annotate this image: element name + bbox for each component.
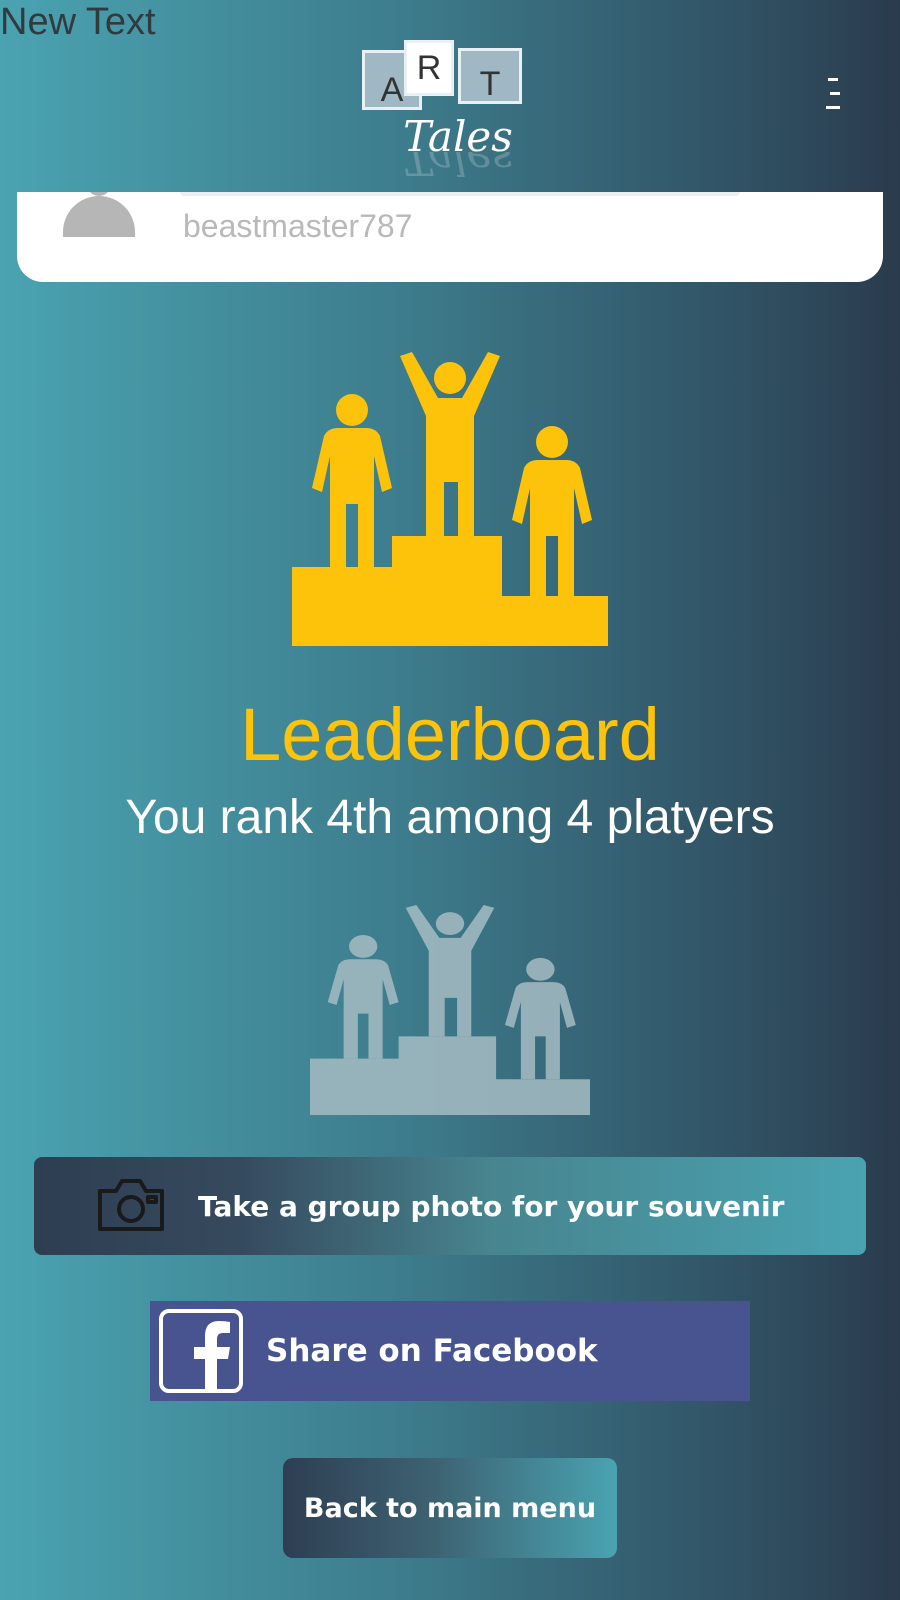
app-header: A R T Tales Tales	[0, 0, 900, 190]
take-group-photo-button[interactable]: Take a group photo for your souvenir	[34, 1157, 866, 1255]
art-tales-logo: A R T Tales Tales	[362, 40, 538, 190]
camera-icon	[98, 1179, 164, 1231]
profile-input-edge	[180, 192, 740, 196]
username-text: beastmaster787	[183, 208, 413, 244]
back-to-main-menu-button[interactable]: Back to main menu	[283, 1458, 617, 1558]
facebook-icon	[159, 1309, 243, 1393]
leaderboard-title: Leaderboard	[240, 693, 660, 776]
profile-card: beastmaster787	[17, 192, 883, 282]
share-facebook-label: Share on Facebook	[266, 1333, 598, 1369]
podium-winners-icon	[292, 352, 608, 646]
rank-text: You rank 4th among 4 platyers	[125, 791, 775, 844]
logo-tile-t: T	[458, 48, 522, 104]
logo-tile-r: R	[404, 40, 454, 96]
take-group-photo-label: Take a group photo for your souvenir	[198, 1189, 785, 1223]
logo-reflection: Tales	[403, 152, 513, 180]
podium-winners-icon-secondary	[310, 905, 590, 1115]
user-silhouette-icon	[63, 192, 135, 237]
share-facebook-button[interactable]: Share on Facebook	[150, 1301, 750, 1401]
hamburger-menu-icon[interactable]	[820, 78, 844, 114]
